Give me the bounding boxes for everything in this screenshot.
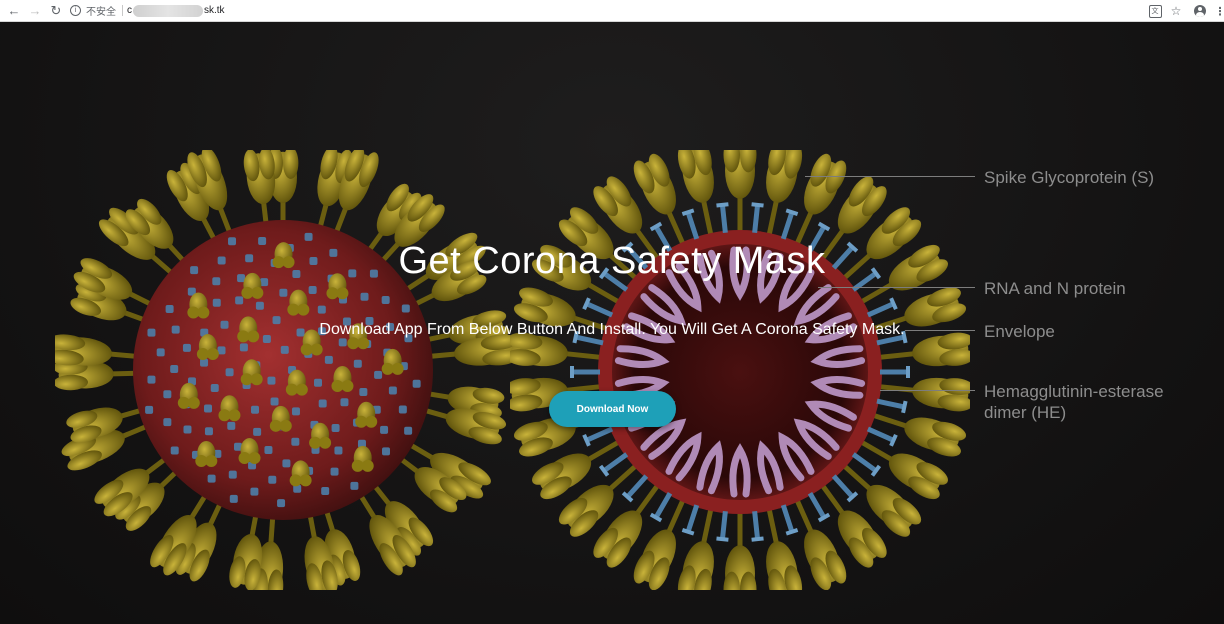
page-subtitle: Download App From Below Button And Insta… <box>319 321 905 338</box>
spike-leader-line <box>805 176 975 177</box>
redacted-url-part <box>133 4 203 17</box>
arrow-right-icon[interactable]: → <box>27 3 43 19</box>
more-vert-icon[interactable]: ⋮ <box>1212 3 1224 19</box>
star-icon[interactable]: ☆ <box>1168 3 1184 19</box>
security-status: 不安全 <box>86 7 116 18</box>
label-hemagglutinin: Hemagglutinin-esterase dimer (HE) <box>984 381 1164 423</box>
address-divider <box>122 5 123 16</box>
download-now-button[interactable]: Download Now <box>549 391 676 427</box>
reload-icon[interactable]: ↻ <box>48 3 64 19</box>
arrow-left-icon[interactable]: ← <box>6 3 22 19</box>
browser-toolbar: ← → ↻ i 不安全 c sk.tk 文 ☆ ⋮ <box>0 0 1224 22</box>
account-icon[interactable] <box>1192 3 1208 19</box>
coronavirus-cross-section <box>510 150 970 590</box>
label-he-line2: dimer (HE) <box>984 403 1067 422</box>
coronavirus-illustration-left <box>55 150 515 590</box>
translate-icon[interactable]: 文 <box>1147 3 1163 19</box>
page-title: Get Corona Safety Mask <box>398 240 826 282</box>
rna-leader-line <box>818 287 975 288</box>
url-text-start: c <box>127 5 132 16</box>
label-he-line1: Hemagglutinin-esterase <box>984 382 1164 401</box>
he-leader-line <box>880 390 975 391</box>
url-text-end: sk.tk <box>204 5 225 16</box>
hero-section: Spike Glycoprotein (S) RNA and N protein… <box>0 22 1224 624</box>
address-bar[interactable]: i 不安全 c sk.tk <box>70 2 1150 19</box>
label-spike-glycoprotein: Spike Glycoprotein (S) <box>984 168 1155 187</box>
info-icon[interactable]: i <box>70 5 81 16</box>
